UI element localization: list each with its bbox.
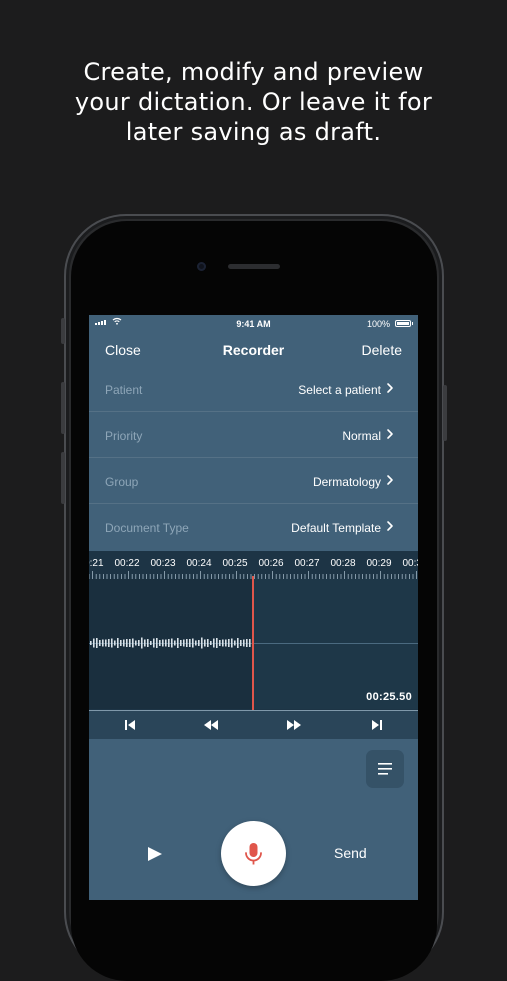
headline: Create, modify and preview your dictatio…	[74, 58, 433, 146]
nav-bar: Close Recorder Delete	[89, 333, 418, 365]
battery-tip	[412, 322, 413, 325]
power-button	[443, 385, 447, 441]
group-value: Dermatology	[312, 475, 381, 489]
patient-label: Patient	[105, 383, 143, 397]
timeline-label: 00:25	[222, 558, 248, 569]
notes-icon	[378, 763, 392, 775]
notes-button[interactable]	[366, 750, 404, 788]
playhead-cursor[interactable]	[252, 576, 254, 711]
empty-region	[254, 579, 418, 709]
rewind-icon[interactable]	[203, 718, 219, 732]
timeline-label: 00:28	[330, 558, 356, 569]
mute-switch	[61, 318, 65, 344]
group-label: Group	[105, 475, 139, 489]
transport-bar	[89, 710, 418, 739]
timeline-label: 00:24	[186, 558, 212, 569]
priority-label: Priority	[105, 429, 143, 443]
record-button[interactable]	[221, 821, 286, 886]
chevron-right-icon	[387, 521, 393, 531]
timeline-label: 00:30	[402, 558, 418, 569]
document-type-value: Default Template	[291, 521, 381, 535]
timeline-label: 00:22	[114, 558, 140, 569]
waveform-editor[interactable]: 00:21 00:22 00:23 00:24 00:25 00:26 00:27 00:28…	[89, 551, 418, 739]
app-screen: 9:41 AM 100% Close Recorder Delete Patie…	[89, 315, 418, 900]
patient-row[interactable]: Patient Select a patient	[89, 366, 418, 412]
status-bar: 9:41 AM 100%	[89, 315, 418, 333]
chevron-right-icon	[387, 383, 393, 393]
microphone-icon	[245, 843, 262, 865]
fast-forward-icon[interactable]	[286, 718, 302, 732]
timeline-ruler: 00:21 00:22 00:23 00:24 00:25 00:26 00:27 00:28…	[89, 558, 418, 572]
timeline-label: 00:26	[258, 558, 284, 569]
metadata-list: Patient Select a patient Priority Normal…	[89, 366, 418, 550]
timeline-label: 00:21	[89, 558, 104, 569]
earpiece-speaker	[228, 264, 280, 269]
timeline-label: 00:23	[150, 558, 176, 569]
chevron-right-icon	[387, 429, 393, 439]
front-camera	[197, 262, 206, 271]
skip-back-icon[interactable]	[122, 718, 138, 732]
skip-forward-icon[interactable]	[369, 718, 385, 732]
chevron-right-icon	[387, 475, 393, 485]
volume-down-button	[61, 452, 65, 504]
audio-waveform	[90, 637, 251, 649]
document-type-label: Document Type	[105, 521, 189, 535]
priority-row[interactable]: Priority Normal	[89, 412, 418, 458]
document-type-row[interactable]: Document Type Default Template	[89, 504, 418, 550]
timeline-label: 00:29	[366, 558, 392, 569]
group-row[interactable]: Group Dermatology	[89, 458, 418, 504]
priority-value: Normal	[342, 429, 381, 443]
volume-up-button	[61, 382, 65, 434]
battery-percentage: 100%	[366, 319, 390, 329]
delete-button[interactable]: Delete	[362, 342, 402, 358]
battery-icon	[395, 320, 411, 327]
send-button[interactable]: Send	[334, 845, 367, 861]
recording-controls: Send	[89, 739, 418, 900]
timeline-label: 00:27	[294, 558, 320, 569]
play-icon[interactable]	[145, 844, 165, 864]
elapsed-time: 00:25.50	[366, 691, 412, 703]
patient-value: Select a patient	[298, 383, 381, 397]
